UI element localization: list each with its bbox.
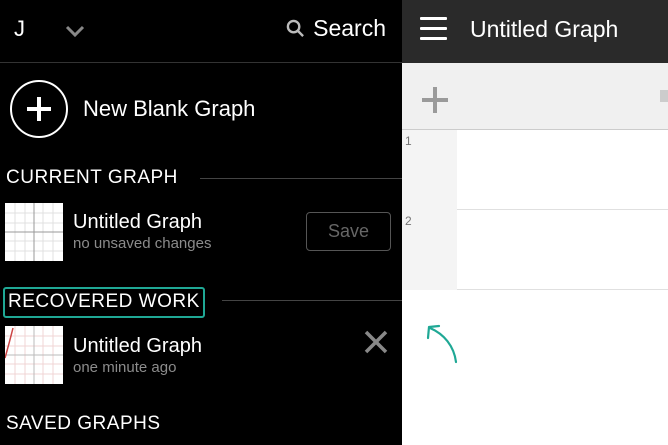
- current-graph-title[interactable]: Untitled Graph: [73, 211, 202, 234]
- saved-graphs-heading: SAVED GRAPHS: [6, 413, 161, 434]
- chevron-down-icon[interactable]: [64, 20, 86, 42]
- new-graph-label: New Blank Graph: [83, 96, 256, 121]
- search-button[interactable]: Search: [286, 15, 386, 42]
- expression-row[interactable]: 1: [402, 130, 668, 210]
- add-expression-icon[interactable]: [422, 87, 448, 113]
- graph-header: Untitled Graph: [402, 0, 668, 63]
- save-button[interactable]: Save: [306, 212, 391, 251]
- expression-number: 2: [402, 210, 457, 290]
- plus-circle-icon: [10, 80, 68, 138]
- expression-row[interactable]: 2: [402, 210, 668, 290]
- menu-icon[interactable]: [420, 17, 447, 41]
- recovered-graph-title[interactable]: Untitled Graph: [73, 335, 202, 358]
- user-initial[interactable]: J: [14, 16, 25, 42]
- close-icon[interactable]: [362, 328, 390, 356]
- current-graph-status: no unsaved changes: [73, 235, 212, 252]
- search-icon: [286, 19, 305, 37]
- recovered-graph-time: one minute ago: [73, 359, 177, 376]
- graph-title[interactable]: Untitled Graph: [470, 16, 618, 43]
- recovered-work-heading: RECOVERED WORK: [3, 287, 205, 318]
- current-graph-thumbnail[interactable]: [5, 203, 63, 261]
- new-blank-graph-button[interactable]: New Blank Graph: [10, 80, 255, 138]
- expression-number: 1: [402, 130, 457, 210]
- expression-list: 1 2: [402, 130, 668, 290]
- graph-panel: Untitled Graph 1 2: [402, 0, 668, 445]
- curved-arrow-icon: [426, 324, 458, 364]
- expression-toolbar: [402, 63, 668, 130]
- section-divider: [222, 300, 402, 301]
- graph-sidebar: J Search New Blank Graph CURRENT GRAPH U…: [0, 0, 402, 445]
- current-graph-heading: CURRENT GRAPH: [6, 167, 178, 188]
- search-label: Search: [313, 15, 386, 41]
- toolbar-edge-icon: [660, 90, 668, 102]
- sidebar-topbar: J Search: [0, 0, 402, 63]
- section-divider: [200, 178, 402, 179]
- recovered-graph-thumbnail[interactable]: [5, 326, 63, 384]
